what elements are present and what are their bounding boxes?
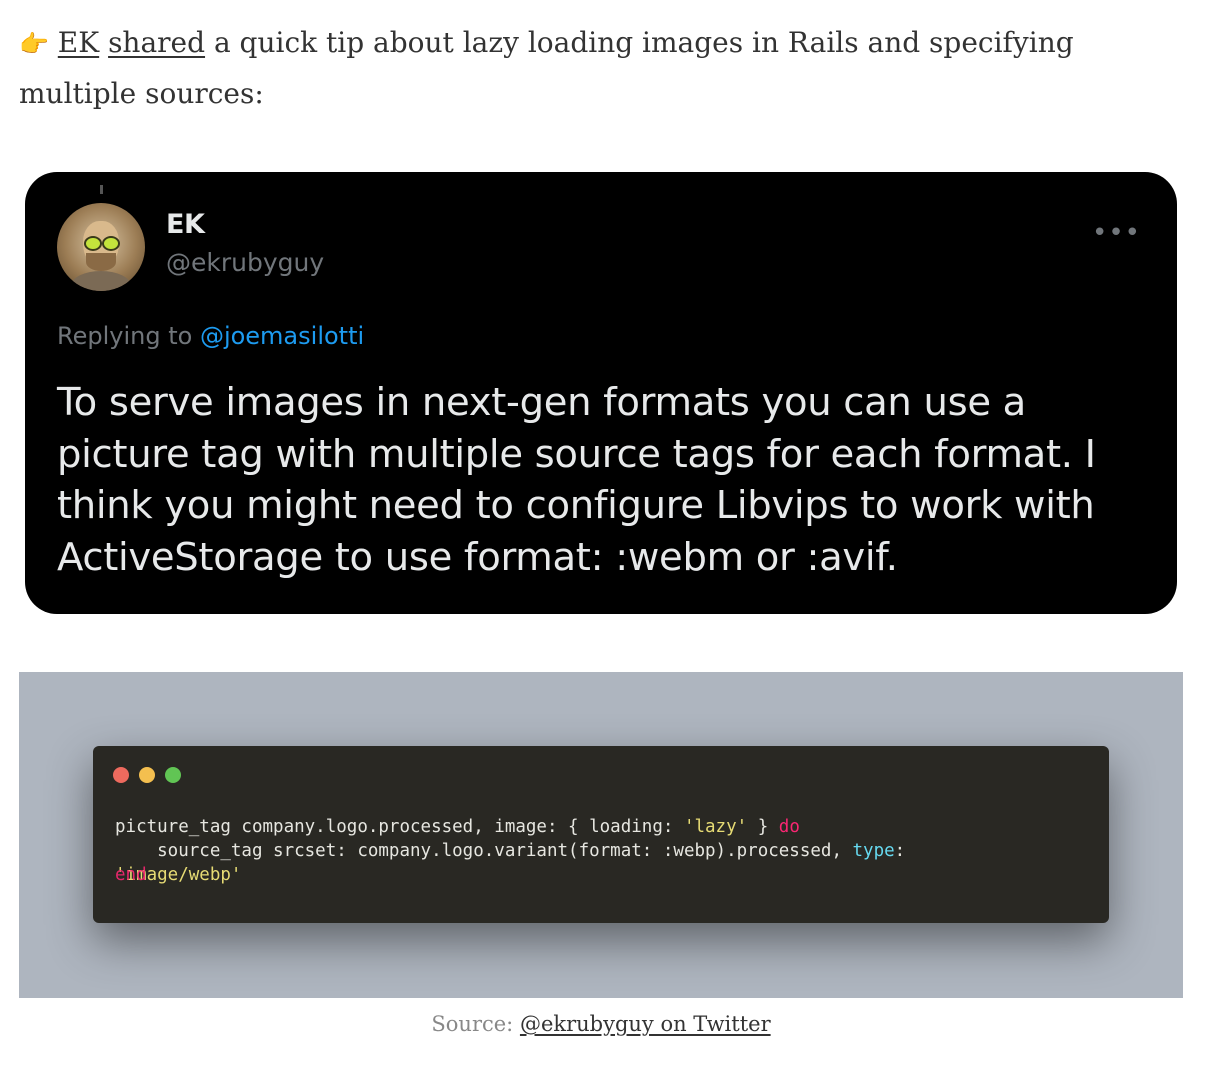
tweet-author-name: EK	[166, 209, 205, 240]
intro-paragraph: 👉 EK shared a quick tip about lazy loadi…	[19, 18, 1189, 118]
author-link[interactable]: EK	[58, 26, 99, 59]
image-caption: Source: @ekrubyguy on Twitter	[0, 1012, 1202, 1036]
code-end-keyword: end	[115, 865, 147, 885]
code-window: picture_tag company.logo.processed, imag…	[93, 746, 1109, 923]
code-line-1: picture_tag company.logo.processed, imag…	[115, 817, 800, 837]
caption-prefix: Source:	[431, 1012, 520, 1036]
more-options-icon[interactable]: •••	[1092, 218, 1141, 248]
avatar	[57, 203, 145, 291]
caption-source-link[interactable]: @ekrubyguy on Twitter	[520, 1012, 771, 1036]
close-dot-icon	[113, 767, 129, 783]
minimize-dot-icon	[139, 767, 155, 783]
tweet-author-handle: @ekrubyguy	[166, 248, 325, 277]
replying-prefix: Replying to	[57, 322, 200, 350]
tweet-thread-line	[100, 185, 103, 194]
code-screenshot: picture_tag company.logo.processed, imag…	[19, 672, 1183, 998]
shared-link[interactable]: shared	[108, 26, 205, 59]
tweet-body: To serve images in next-gen formats you …	[57, 380, 1096, 580]
replying-to: Replying to @joemasilotti	[57, 322, 364, 350]
pointing-hand-icon: 👉	[19, 30, 49, 58]
code-line-2: source_tag srcset: company.logo.variant(…	[115, 841, 906, 861]
maximize-dot-icon	[165, 767, 181, 783]
reply-mention-link[interactable]: @joemasilotti	[200, 322, 364, 350]
tweet-card: EK @ekrubyguy ••• Replying to @joemasilo…	[25, 172, 1177, 614]
